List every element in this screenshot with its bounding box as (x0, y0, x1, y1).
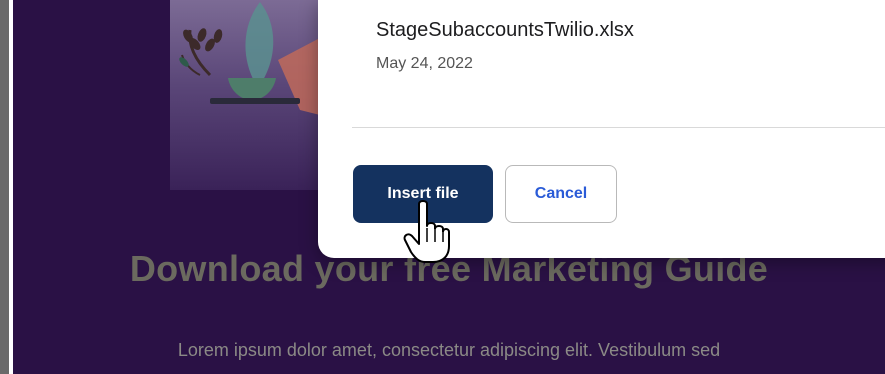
hand-pointer-icon (403, 200, 450, 263)
cancel-button[interactable]: Cancel (505, 165, 617, 223)
file-name[interactable]: StageSubaccountsTwilio.xlsx (376, 19, 634, 42)
page-body-text: Lorem ipsum dolor amet, consectetur adip… (177, 340, 721, 360)
plant-illustration-icon (179, 2, 340, 120)
divider (352, 127, 885, 128)
file-date: May 24, 2022 (376, 55, 473, 72)
hero-image (170, 0, 340, 190)
left-border (0, 0, 9, 374)
